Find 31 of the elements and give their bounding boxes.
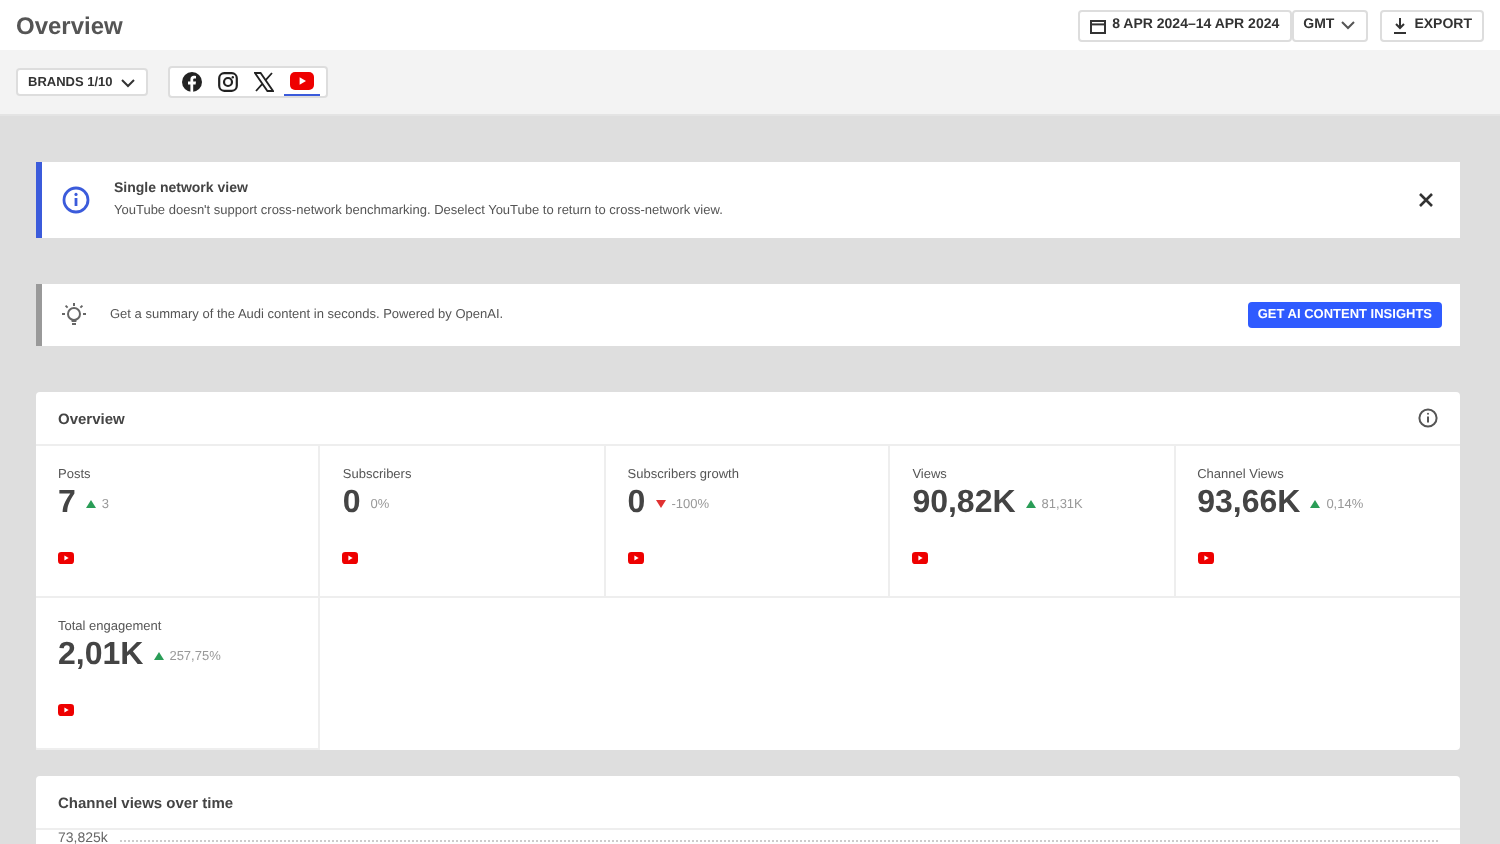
trend-up-icon [85,500,96,508]
metric-value: 0 [342,486,361,522]
info-icon [62,186,90,214]
youtube-icon [1197,552,1214,564]
page-title: Overview [16,11,123,39]
youtube-icon [290,72,315,90]
youtube-icon [58,552,74,564]
close-icon[interactable] [1418,192,1434,208]
youtube-icon [342,552,359,564]
x-logo-icon [254,71,275,91]
trend-down-icon [655,500,666,508]
chevron-down-icon [120,77,137,87]
lightbulb-icon [60,301,88,329]
info-icon[interactable] [1418,408,1438,428]
trend-up-icon [1025,500,1036,508]
youtube-icon [58,704,74,716]
trend-up-icon [153,652,164,660]
metric-value: 90,82K [912,486,1016,522]
chevron-down-icon [1340,20,1357,30]
download-icon [1392,17,1409,33]
calendar-icon [1090,17,1107,33]
youtube-tab[interactable] [284,69,321,95]
instagram-icon [218,71,239,91]
facebook-icon [182,71,203,91]
metric-value: 0 [627,486,646,522]
youtube-icon [627,552,644,564]
trend-up-icon [1310,500,1321,508]
youtube-icon [912,552,929,564]
metric-value: 2,01K [58,638,144,674]
metric-value: 93,66K [1197,486,1301,522]
metric-value: 7 [58,486,76,522]
